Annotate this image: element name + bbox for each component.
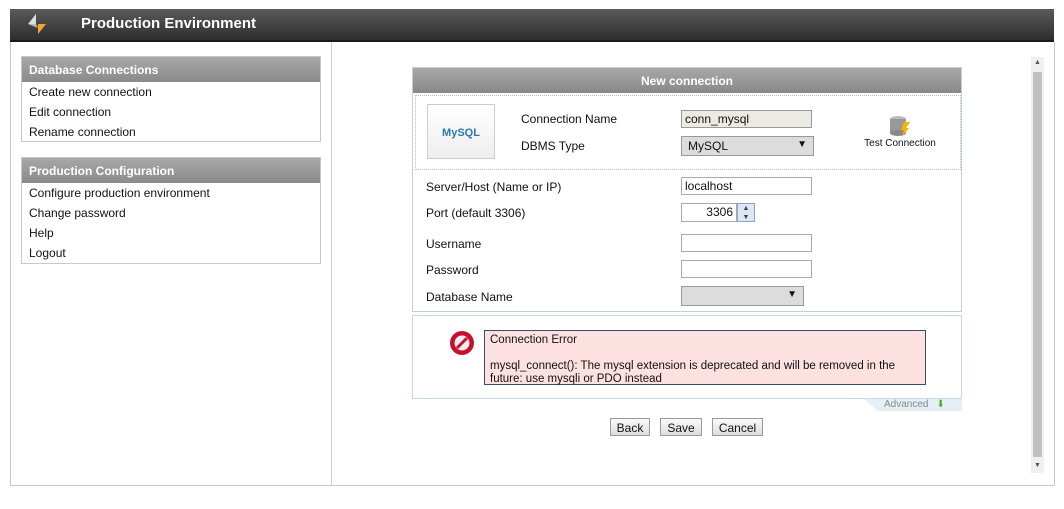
production-configuration-menu: Production Configuration Configure produ… — [21, 157, 321, 264]
server-input[interactable]: localhost — [681, 177, 812, 195]
dbms-type-value: MySQL — [688, 139, 729, 153]
dropdown-arrow-icon: ▼ — [797, 139, 807, 150]
advanced-toggle[interactable]: Advanced ⬇ — [864, 399, 962, 411]
error-title: Connection Error — [490, 334, 577, 346]
menu-item-rename-connection[interactable]: Rename connection — [22, 122, 320, 142]
menu-item-create-connection[interactable]: Create new connection — [22, 82, 320, 102]
menu-item-help[interactable]: Help — [22, 223, 320, 243]
port-stepper[interactable]: ▲ ▼ — [737, 203, 755, 222]
new-connection-panel: New connection MySQL Connection Name con… — [412, 67, 962, 312]
port-label: Port (default 3306) — [426, 206, 526, 220]
advanced-label: Advanced — [884, 399, 929, 410]
stepper-up-icon[interactable]: ▲ — [738, 204, 754, 213]
menu-item-change-password[interactable]: Change password — [22, 203, 320, 223]
username-input[interactable] — [681, 234, 812, 252]
dbms-type-label: DBMS Type — [521, 139, 585, 153]
error-stop-icon — [450, 331, 474, 355]
mysql-logo: MySQL — [427, 104, 495, 159]
page-title: Production Environment — [81, 15, 257, 32]
test-connection-label: Test Connection — [864, 138, 936, 149]
database-connections-menu: Database Connections Create new connecti… — [21, 56, 321, 142]
menu-header: Production Configuration — [22, 158, 320, 183]
error-section: Connection Error mysql_connect(): The my… — [412, 315, 962, 399]
error-message-box: Connection Error mysql_connect(): The my… — [484, 330, 926, 385]
menu-item-configure[interactable]: Configure production environment — [22, 183, 320, 203]
back-button[interactable]: Back — [610, 418, 650, 436]
divider — [331, 42, 332, 486]
scroll-down-icon[interactable]: ▼ — [1034, 462, 1041, 469]
menu-item-edit-connection[interactable]: Edit connection — [22, 102, 320, 122]
test-connection-button[interactable]: Test Connection — [856, 114, 944, 149]
arrows-logo-icon — [28, 14, 46, 34]
database-name-select[interactable]: ▼ — [681, 286, 804, 306]
port-input[interactable]: 3306 — [681, 203, 737, 222]
stepper-down-icon[interactable]: ▼ — [738, 213, 754, 222]
menu-header: Database Connections — [22, 57, 320, 82]
arrow-down-icon: ⬇ — [936, 399, 945, 410]
panel-title: New connection — [413, 68, 961, 93]
connection-header-section: MySQL Connection Name conn_mysql DBMS Ty… — [415, 95, 961, 170]
cancel-button[interactable]: Cancel — [712, 418, 763, 436]
connection-name-label: Connection Name — [521, 112, 618, 126]
menu-item-logout[interactable]: Logout — [22, 243, 320, 263]
error-message: mysql_connect(): The mysql extension is … — [490, 360, 896, 385]
username-label: Username — [426, 237, 482, 251]
dbms-type-select[interactable]: MySQL ▼ — [681, 136, 814, 156]
connection-name-input[interactable]: conn_mysql — [681, 110, 812, 128]
scroll-up-icon[interactable]: ▲ — [1034, 59, 1041, 66]
app-header: Production Environment — [10, 9, 1054, 42]
dropdown-arrow-icon: ▼ — [787, 289, 797, 300]
server-label: Server/Host (Name or IP) — [426, 180, 562, 194]
scrollbar-thumb[interactable] — [1033, 72, 1042, 457]
password-input[interactable] — [681, 260, 812, 278]
database-name-label: Database Name — [426, 290, 513, 304]
database-lightning-icon — [890, 116, 910, 137]
password-label: Password — [426, 263, 479, 277]
save-button[interactable]: Save — [660, 418, 702, 436]
